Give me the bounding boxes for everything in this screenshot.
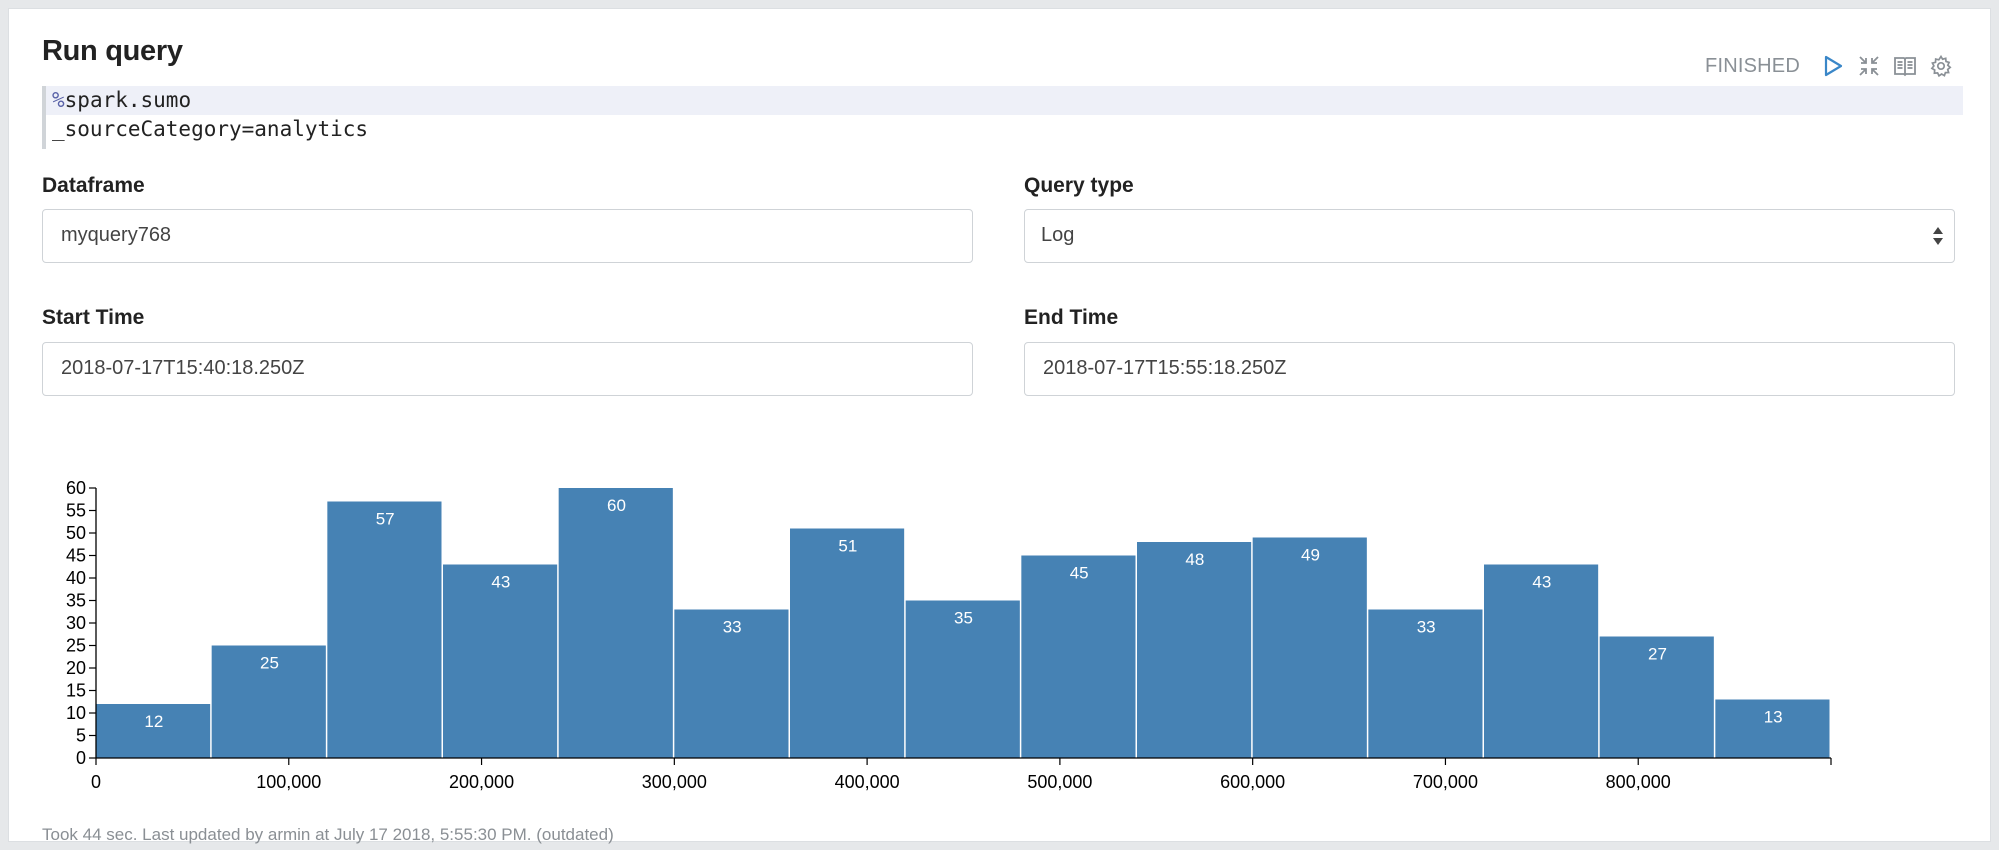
x-tick-label: 800,000 [1606,772,1671,792]
end-time-label: End Time [1024,306,1119,329]
histogram-bar [1021,555,1136,758]
x-tick-label: 600,000 [1220,772,1285,792]
bar-value-label: 43 [1532,573,1551,592]
bar-value-label: 33 [723,618,742,637]
bar-value-label: 33 [1417,618,1436,637]
y-tick-label: 15 [66,681,86,701]
x-tick-label: 0 [91,772,101,792]
x-tick-label: 400,000 [835,772,900,792]
y-tick-label: 55 [66,501,86,521]
x-tick-label: 100,000 [256,772,321,792]
dataframe-label: Dataframe [42,174,145,197]
y-tick-label: 45 [66,546,86,566]
bar-value-label: 57 [376,510,395,529]
x-tick-label: 700,000 [1413,772,1478,792]
x-tick-label: 500,000 [1027,772,1092,792]
book-icon[interactable] [1892,53,1918,79]
bar-value-label: 49 [1301,546,1320,565]
y-tick-label: 50 [66,523,86,543]
query-type-select[interactable]: Log [1024,209,1955,263]
query-type-label: Query type [1024,174,1134,197]
bar-value-label: 25 [260,654,279,673]
y-tick-label: 0 [76,748,86,768]
histogram-bar [1252,537,1367,758]
code-magic-prefix: % [52,88,65,112]
y-tick-label: 30 [66,613,86,633]
bar-value-label: 48 [1185,550,1204,569]
histogram-bar [1484,564,1599,758]
y-tick-label: 40 [66,568,86,588]
paragraph-card: Run query FINISHED %spark.sumo _sourceCa… [8,8,1992,844]
x-tick-label: 200,000 [449,772,514,792]
histogram-bar [790,528,905,758]
gear-icon[interactable] [1928,53,1954,79]
y-tick-label: 5 [76,726,86,746]
code-line-1: %spark.sumo [46,86,1963,115]
bar-value-label: 51 [838,537,857,556]
histogram-bar [1137,542,1252,758]
histogram-bar [558,488,673,758]
bar-value-label: 12 [144,712,163,731]
dataframe-input[interactable]: myquery768 [42,209,973,263]
y-tick-label: 60 [66,478,86,498]
paragraph-toolbar: FINISHED [1705,53,1954,79]
code-interpreter: spark.sumo [64,88,192,112]
bar-value-label: 35 [954,609,973,628]
start-time-label: Start Time [42,306,145,329]
code-editor[interactable]: %spark.sumo _sourceCategory=analytics [42,86,1963,149]
status-text: FINISHED [1705,54,1800,77]
end-time-input[interactable]: 2018-07-17T15:55:18.250Z [1024,342,1955,396]
x-tick-label: 300,000 [642,772,707,792]
bar-value-label: 27 [1648,645,1667,664]
bar-value-label: 43 [491,573,510,592]
code-line-2: _sourceCategory=analytics [52,117,369,141]
histogram-svg: 12255743603351354548 49334327130510152025… [66,478,1832,792]
bar-value-label: 60 [607,496,626,515]
paragraph-title: Run query [42,35,183,67]
collapse-icon[interactable] [1856,53,1882,79]
histogram-bar [443,564,558,758]
histogram-chart: 12 25 57 43 60 33 51 35 45 48 49 33 43 27 13 0 5 10 15 20 25… [9,464,1992,794]
start-time-input[interactable]: 2018-07-17T15:40:18.250Z [42,342,973,396]
select-arrows-icon [1933,227,1943,245]
bar-value-label: 45 [1070,564,1089,583]
y-tick-label: 25 [66,636,86,656]
y-tick-label: 10 [66,703,86,723]
footer-status: Took 44 sec. Last updated by armin at Ju… [42,825,614,844]
query-type-value: Log [1041,224,1075,246]
y-tick-label: 20 [66,658,86,678]
bar-value-label: 13 [1764,708,1783,727]
histogram-bar [327,501,442,758]
y-tick-label: 35 [66,591,86,611]
run-icon[interactable] [1820,53,1846,79]
